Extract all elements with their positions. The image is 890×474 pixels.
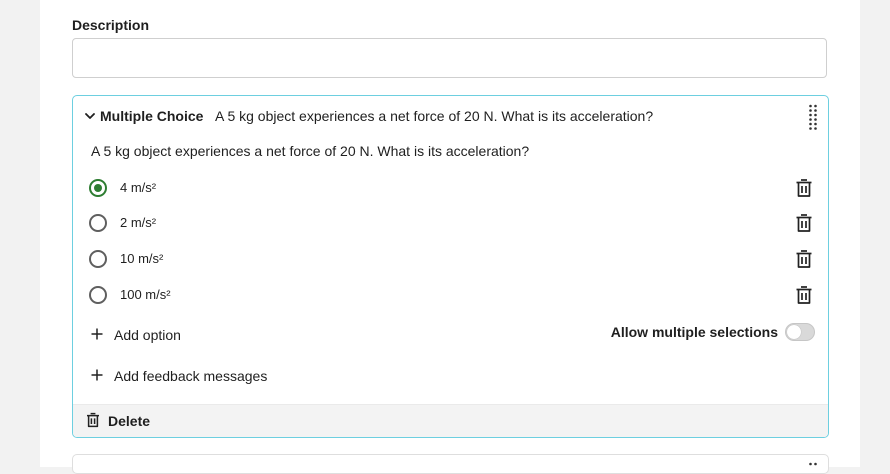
chevron-down-icon[interactable] <box>85 111 95 121</box>
option-row: 100 m/s² <box>89 283 814 307</box>
option-label[interactable]: 2 m/s² <box>120 215 156 230</box>
option-label[interactable]: 4 m/s² <box>120 180 156 195</box>
trash-icon[interactable] <box>794 212 814 234</box>
description-label: Description <box>72 17 150 33</box>
plus-icon <box>91 328 103 340</box>
allow-multiple-label: Allow multiple selections <box>610 324 778 340</box>
allow-multiple-toggle[interactable] <box>785 323 815 341</box>
question-text[interactable]: A 5 kg object experiences a net force of… <box>91 143 529 159</box>
add-feedback-label: Add feedback messages <box>114 368 268 384</box>
question-card-header[interactable]: Multiple Choice A 5 kg object experience… <box>73 96 828 136</box>
option-label[interactable]: 10 m/s² <box>120 251 163 266</box>
option-radio[interactable] <box>89 250 107 268</box>
description-input[interactable] <box>72 38 827 78</box>
plus-icon <box>91 369 103 381</box>
option-radio[interactable] <box>89 179 107 197</box>
trash-icon[interactable] <box>794 248 814 270</box>
question-card: Multiple Choice A 5 kg object experience… <box>72 95 829 438</box>
trash-icon[interactable] <box>794 284 814 306</box>
option-row: 4 m/s² <box>89 176 814 200</box>
next-question-card <box>72 454 829 474</box>
option-radio[interactable] <box>89 286 107 304</box>
question-title: A 5 kg object experiences a net force of… <box>215 108 654 124</box>
option-row: 10 m/s² <box>89 247 814 271</box>
trash-icon[interactable] <box>794 177 814 199</box>
trash-icon <box>87 412 99 428</box>
question-card-footer: Delete <box>73 404 828 437</box>
drag-handle-icon[interactable] <box>808 461 818 467</box>
option-label[interactable]: 100 m/s² <box>120 287 171 302</box>
add-option-label: Add option <box>114 327 181 343</box>
option-row: 2 m/s² <box>89 211 814 235</box>
option-radio[interactable] <box>89 214 107 232</box>
question-type-label: Multiple Choice <box>100 108 204 124</box>
editor-page: Description Multiple Choice A 5 kg objec… <box>40 0 860 474</box>
toggle-knob <box>787 325 801 339</box>
drag-handle-icon[interactable] <box>808 104 818 130</box>
delete-label: Delete <box>108 413 151 429</box>
